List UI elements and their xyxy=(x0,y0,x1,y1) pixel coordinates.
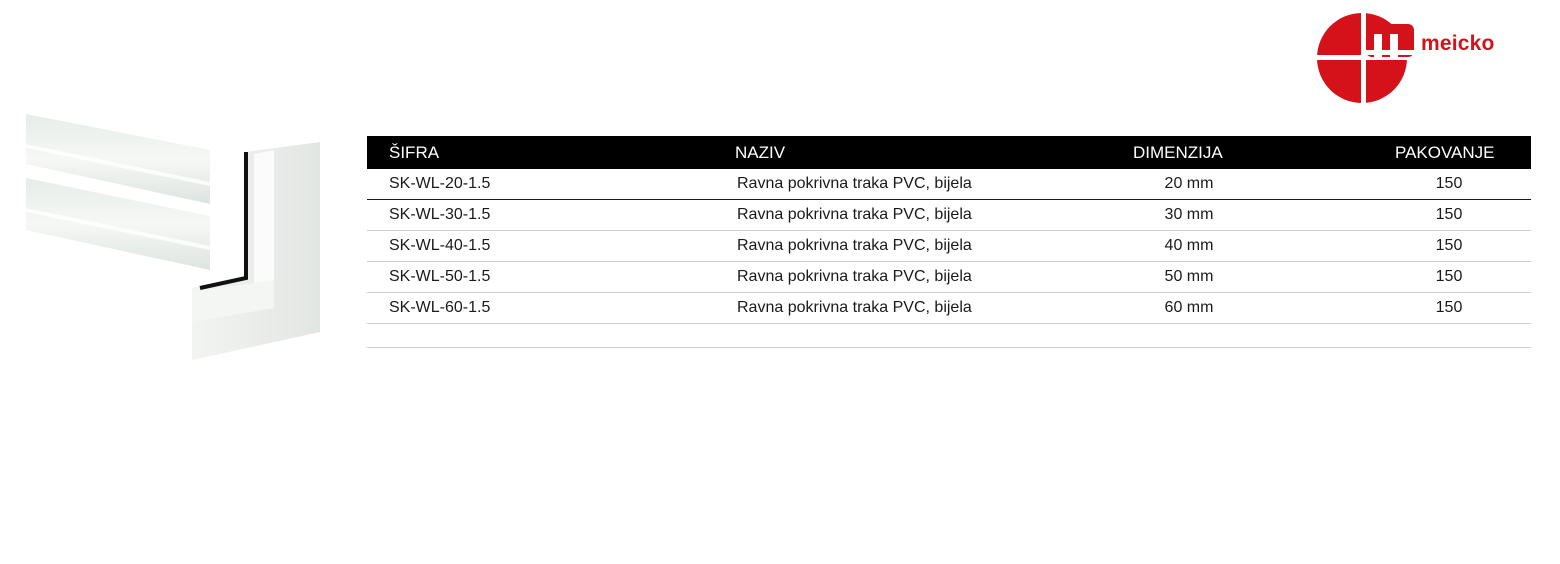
table-body: SK-WL-20-1.5 Ravna pokrivna traka PVC, b… xyxy=(367,169,1531,324)
cell-dimension: 30 mm xyxy=(1164,206,1214,223)
table-header: ŠIFRA NAZIV DIMENZIJA PAKOVANJE xyxy=(367,136,1531,169)
cell-code: SK-WL-20-1.5 xyxy=(389,175,491,192)
brand-wordmark: meicko xyxy=(1421,32,1495,55)
cell-packaging: 150 xyxy=(1435,175,1463,192)
product-table: ŠIFRA NAZIV DIMENZIJA PAKOVANJE SK-WL-20… xyxy=(367,136,1531,324)
cell-name: Ravna pokrivna traka PVC, bijela xyxy=(737,206,972,223)
header-name: NAZIV xyxy=(735,143,786,162)
brand-logo: meicko xyxy=(1316,12,1531,104)
cell-packaging: 150 xyxy=(1435,237,1463,254)
cell-code: SK-WL-30-1.5 xyxy=(389,206,491,223)
cell-dimension: 20 mm xyxy=(1164,175,1214,192)
cell-dimension: 60 mm xyxy=(1164,299,1214,316)
header-code: ŠIFRA xyxy=(389,143,440,162)
cell-name: Ravna pokrivna traka PVC, bijela xyxy=(737,175,972,192)
meicko-logo-icon xyxy=(1316,12,1414,104)
table-row: SK-WL-60-1.5 Ravna pokrivna traka PVC, b… xyxy=(367,293,1531,324)
header-packaging: PAKOVANJE xyxy=(1395,143,1495,162)
cell-code: SK-WL-60-1.5 xyxy=(389,299,491,316)
cell-name: Ravna pokrivna traka PVC, bijela xyxy=(737,268,972,285)
cell-name: Ravna pokrivna traka PVC, bijela xyxy=(737,299,972,316)
table-row: SK-WL-30-1.5 Ravna pokrivna traka PVC, b… xyxy=(367,200,1531,231)
cell-packaging: 150 xyxy=(1435,299,1463,316)
table-row: SK-WL-40-1.5 Ravna pokrivna traka PVC, b… xyxy=(367,231,1531,262)
table-row: SK-WL-20-1.5 Ravna pokrivna traka PVC, b… xyxy=(367,169,1531,200)
table-row: SK-WL-50-1.5 Ravna pokrivna traka PVC, b… xyxy=(367,262,1531,293)
cell-dimension: 40 mm xyxy=(1164,237,1214,254)
cell-name: Ravna pokrivna traka PVC, bijela xyxy=(737,237,972,254)
cell-dimension: 50 mm xyxy=(1164,268,1214,285)
header-dimension: DIMENZIJA xyxy=(1133,143,1223,162)
cell-code: SK-WL-50-1.5 xyxy=(389,268,491,285)
pvc-cover-strip-image xyxy=(24,112,324,362)
cell-packaging: 150 xyxy=(1435,268,1463,285)
cell-code: SK-WL-40-1.5 xyxy=(389,237,491,254)
cell-packaging: 150 xyxy=(1435,206,1463,223)
table-bottom-divider xyxy=(367,347,1531,348)
